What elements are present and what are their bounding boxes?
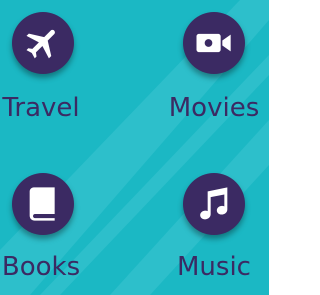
tile-label: Books <box>1 252 81 282</box>
movies-button[interactable] <box>183 12 245 74</box>
airplane-icon <box>26 29 55 59</box>
tile-movies[interactable]: Movies <box>152 0 269 140</box>
book-icon <box>29 187 55 221</box>
category-grid: Travel Movies Books Music <box>0 0 269 295</box>
tile-label: Travel <box>2 93 80 123</box>
travel-button[interactable] <box>12 12 74 74</box>
video-camera-icon <box>196 33 231 53</box>
music-button[interactable] <box>183 173 245 235</box>
music-note-icon <box>200 187 228 220</box>
books-button[interactable] <box>12 173 74 235</box>
tile-travel[interactable]: Travel <box>0 0 104 140</box>
tile-label: Movies <box>168 93 260 123</box>
tile-music[interactable]: Music <box>152 159 269 295</box>
tile-books[interactable]: Books <box>0 159 104 295</box>
tile-label: Music <box>177 252 251 282</box>
